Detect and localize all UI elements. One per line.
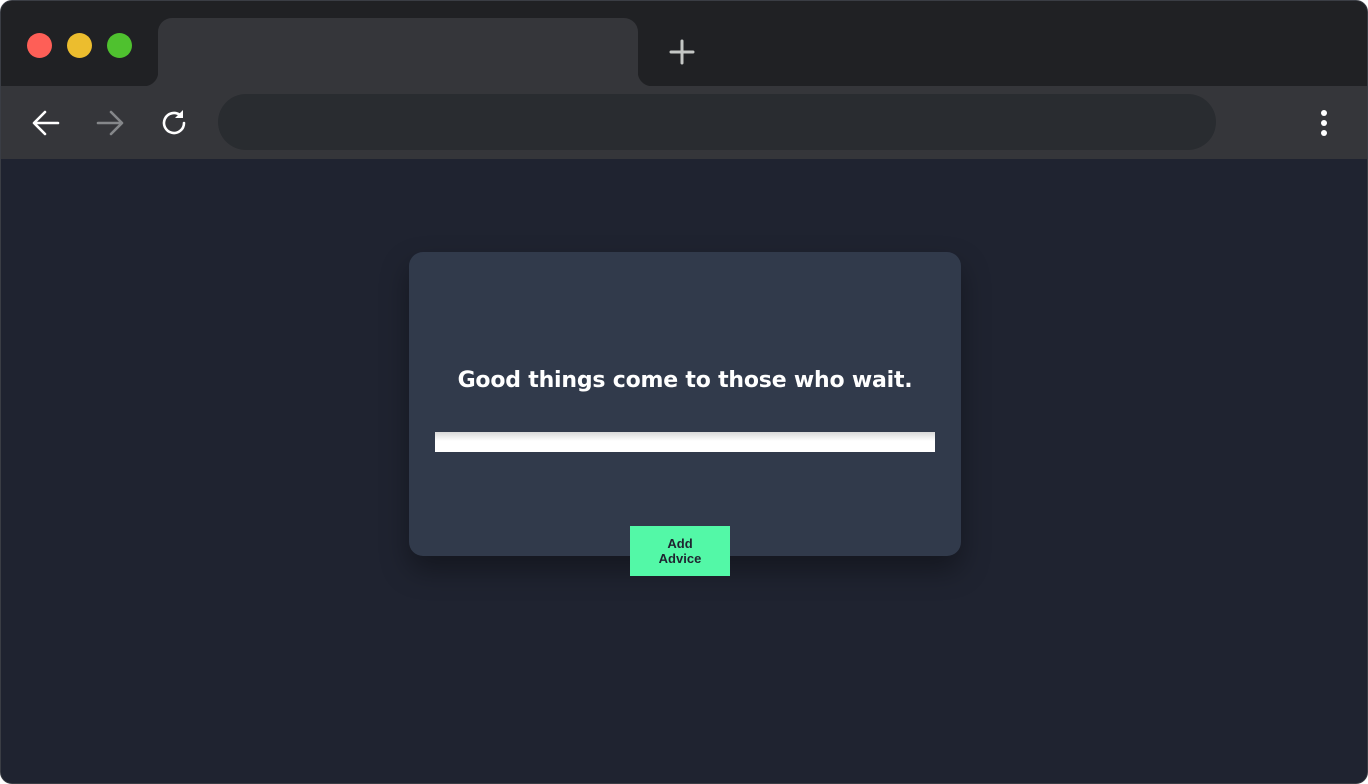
plus-icon [669,39,695,65]
minimize-window-button[interactable] [67,33,92,58]
browser-window: Good things come to those who wait. Add … [0,0,1368,784]
forward-button[interactable] [91,104,129,142]
back-button[interactable] [27,104,65,142]
address-bar[interactable] [218,94,1216,150]
page-viewport: Good things come to those who wait. Add … [1,159,1367,783]
reload-icon [162,110,186,135]
add-advice-button[interactable]: Add Advice [630,526,730,576]
divider [435,432,935,452]
close-window-button[interactable] [27,33,52,58]
new-tab-button[interactable] [665,35,699,69]
advice-text: Good things come to those who wait. [457,368,913,393]
browser-menu-button[interactable] [1307,104,1341,142]
browser-tab[interactable] [144,18,652,86]
browser-toolbar [1,86,1367,159]
arrow-right-icon [96,110,124,136]
kebab-menu-icon [1321,110,1327,136]
advice-card: Good things come to those who wait. Add … [409,252,961,576]
reload-button[interactable] [155,104,193,142]
arrow-left-icon [32,110,60,136]
tab-strip [1,1,1367,86]
maximize-window-button[interactable] [107,33,132,58]
